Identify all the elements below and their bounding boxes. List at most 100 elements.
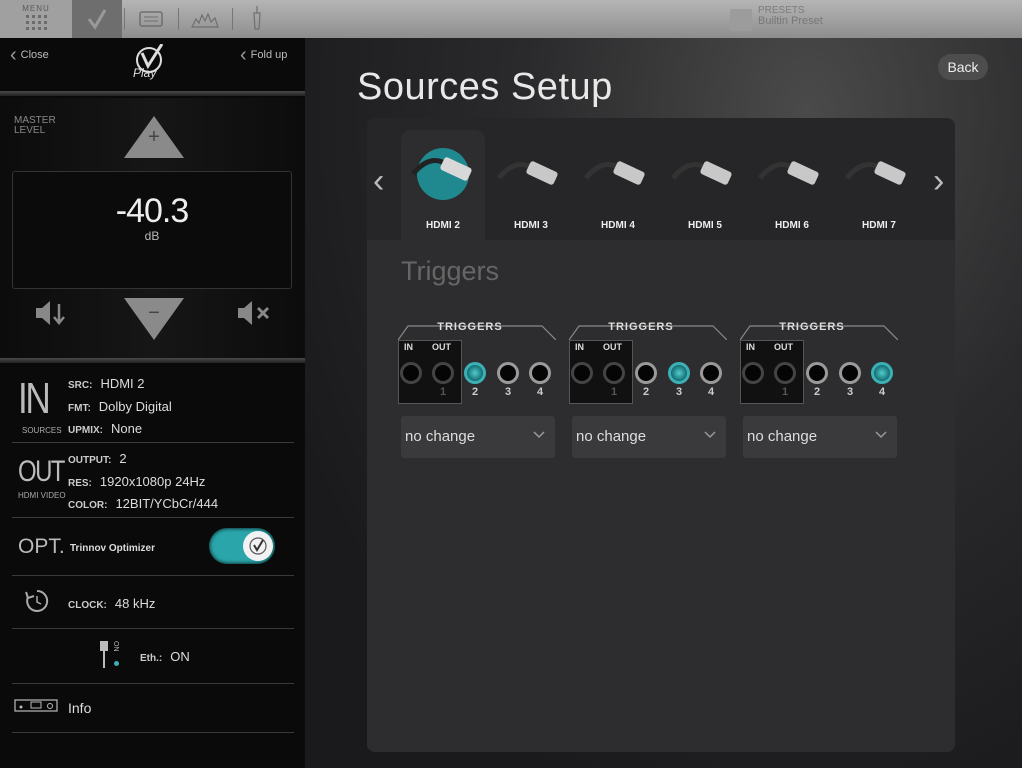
- trigger-out-jack-3[interactable]: [839, 362, 861, 384]
- volume-down-button[interactable]: −: [124, 298, 184, 340]
- on-glyph: ON: [112, 641, 119, 652]
- toggle-knob: [243, 531, 273, 561]
- play-label: Play: [133, 66, 157, 80]
- trigger-group: TRIGGERS IN OUT 1 2 3 4 no change: [398, 321, 558, 462]
- clock-sync-icon: [25, 589, 49, 612]
- jack-number: 2: [813, 386, 821, 398]
- jack-number: 1: [439, 386, 447, 398]
- in-label: IN: [404, 342, 413, 352]
- out-label: OUT: [432, 342, 451, 352]
- page-title: Sources Setup: [357, 66, 613, 108]
- presets-button[interactable]: PRESETS Builtin Preset: [730, 5, 823, 31]
- source-settings: [367, 240, 955, 752]
- trigger-out-jack-4[interactable]: [529, 362, 551, 384]
- section-title: Triggers: [401, 256, 500, 286]
- source-label: HDMI 6: [775, 220, 809, 231]
- jack-number: 3: [675, 386, 683, 398]
- clock-value: 48 kHz: [114, 596, 156, 611]
- master-level-label: MASTER LEVEL: [14, 115, 56, 136]
- trigger-in-jack: [400, 362, 422, 384]
- info-button[interactable]: Info: [12, 684, 294, 733]
- output-key: OUTPUT:: [68, 455, 112, 466]
- volume-display: -40.3 dB: [12, 171, 292, 289]
- checkmark-icon: [87, 9, 107, 30]
- jack-number: 2: [642, 386, 650, 398]
- optimizer-label: Trinnov Optimizer: [70, 543, 156, 554]
- hdmi-cable-icon: [845, 161, 906, 185]
- source-hdmi-3[interactable]: HDMI 3: [489, 130, 573, 240]
- optimizer-toggle[interactable]: [209, 528, 275, 564]
- sidebar: ‹ Close Play ‹ Fold up MASTER LEVEL + -4…: [0, 38, 305, 768]
- close-button[interactable]: ‹ Close: [10, 45, 49, 65]
- fmt-value: Dolby Digital: [98, 399, 172, 414]
- trigger-mode-select[interactable]: no change: [743, 416, 897, 458]
- in-label: IN: [746, 342, 755, 352]
- trigger-group: TRIGGERS IN OUT 1 2 3 4 no change: [569, 321, 729, 462]
- trigger-out-jack-2[interactable]: [635, 362, 657, 384]
- hdmi-cable-icon: [758, 161, 819, 185]
- trigger-out-jack-2[interactable]: [806, 362, 828, 384]
- chevron-right-icon[interactable]: ›: [933, 162, 944, 201]
- source-hdmi-2[interactable]: HDMI 2: [401, 130, 485, 240]
- src-key: SRC:: [68, 380, 93, 391]
- hdmi-video-caption: HDMI VIDEO: [18, 491, 66, 500]
- trigger-out-jack-3[interactable]: [497, 362, 519, 384]
- tab-acoustics[interactable]: [180, 0, 230, 38]
- fold-up-button[interactable]: ‹ Fold up: [240, 44, 287, 66]
- volume-up-button[interactable]: +: [124, 116, 184, 158]
- trigger-mode-select[interactable]: no change: [572, 416, 726, 458]
- opt-label: OPT.: [18, 535, 65, 558]
- jack-number: 1: [781, 386, 789, 398]
- source-label: HDMI 2: [426, 220, 460, 231]
- out-label: OUT: [603, 342, 622, 352]
- chevron-down-icon: [704, 431, 716, 439]
- jack-number: 2: [471, 386, 479, 398]
- hdmi-cable-icon: [497, 161, 558, 185]
- chevron-left-icon: ‹: [240, 44, 247, 66]
- select-value: no change: [576, 428, 647, 445]
- color-value: 12BIT/YCbCr/444: [115, 496, 219, 511]
- ethernet-plug-icon: [100, 641, 108, 668]
- out-label: OUT: [774, 342, 793, 352]
- output-status[interactable]: OUT HDMI VIDEO OUTPUT: 2 RES: 1920x1080p 2…: [12, 443, 294, 518]
- volume-value: -40.3: [115, 192, 190, 230]
- select-value: no change: [747, 428, 818, 445]
- volume-panel: MASTER LEVEL + -40.3 dB −: [0, 98, 305, 360]
- sources-caption: SOURCES: [22, 426, 62, 435]
- trigger-out-jack-1[interactable]: [432, 362, 454, 384]
- dim-volume-icon[interactable]: [34, 298, 70, 328]
- trigger-out-jack-1[interactable]: [774, 362, 796, 384]
- checkmark-icon: [249, 537, 267, 555]
- tab-microphone[interactable]: [234, 0, 280, 38]
- trigger-out-jack-4[interactable]: [700, 362, 722, 384]
- source-hdmi-4[interactable]: HDMI 4: [576, 130, 660, 240]
- mute-icon[interactable]: [236, 298, 276, 328]
- tab-play[interactable]: [72, 0, 122, 38]
- ethernet-status: ON Eth.: ON: [12, 629, 294, 684]
- menu-button[interactable]: MENU: [0, 0, 72, 38]
- trigger-out-jack-3[interactable]: [668, 362, 690, 384]
- trigger-header: TRIGGERS: [779, 321, 845, 333]
- folder-icon: [730, 9, 752, 31]
- jack-number: 4: [536, 386, 544, 398]
- source-hdmi-5[interactable]: HDMI 5: [663, 130, 747, 240]
- divider: [0, 91, 305, 96]
- source-hdmi-6[interactable]: HDMI 6: [750, 130, 834, 240]
- tab-display[interactable]: [126, 0, 176, 38]
- hdmi-cable-icon: [671, 161, 732, 185]
- source-carousel: ‹ HDMI 2 HDMI 3 HDMI 4 HDMI 5 HDMI 6 HDM…: [367, 120, 955, 240]
- device-icon: [14, 699, 58, 712]
- trigger-out-jack-1[interactable]: [603, 362, 625, 384]
- chevron-left-icon[interactable]: ‹: [373, 162, 384, 201]
- upmix-key: UPMIX:: [68, 425, 103, 436]
- trigger-mode-select[interactable]: no change: [401, 416, 555, 458]
- res-value: 1920x1080p 24Hz: [99, 474, 206, 489]
- input-status[interactable]: IN SOURCES SRC: HDMI 2 FMT: Dolby Digital …: [12, 368, 294, 443]
- source-hdmi-7[interactable]: HDMI 7: [837, 130, 921, 240]
- jack-number: 3: [504, 386, 512, 398]
- trigger-out-jack-4[interactable]: [871, 362, 893, 384]
- menu-label: MENU: [22, 4, 50, 13]
- source-label: HDMI 4: [601, 220, 635, 231]
- back-button[interactable]: Back: [938, 54, 988, 80]
- trigger-out-jack-2[interactable]: [464, 362, 486, 384]
